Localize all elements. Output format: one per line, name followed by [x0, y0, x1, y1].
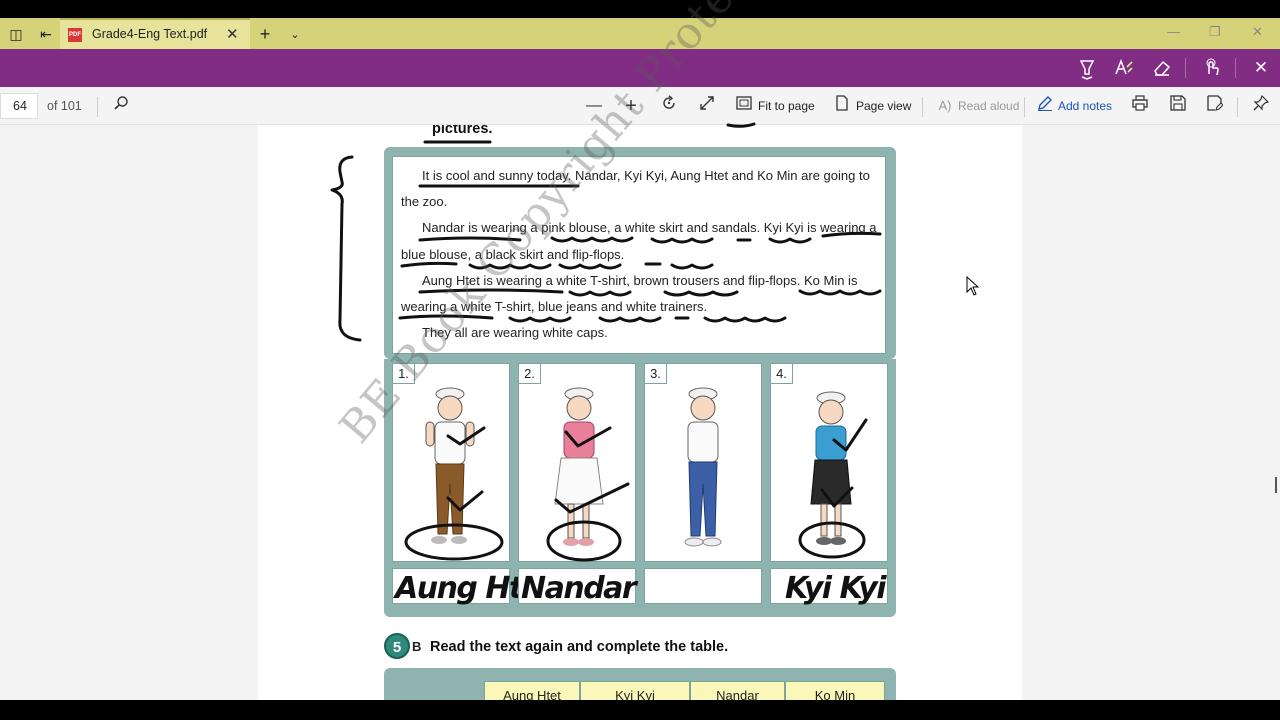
document-viewer[interactable]: pictures. It is cool and sunny today. Na…: [0, 125, 1280, 700]
name-answer-cell: [644, 568, 762, 604]
picture-panel: 3.: [644, 363, 762, 562]
set-aside-tabs-icon[interactable]: ⇤: [36, 24, 56, 44]
exercise-number: 5: [384, 633, 410, 659]
app-window: ◫ ⇤ PDF Grade4-Eng Text.pdf ✕ + ⌄ — ❐ ✕ …: [0, 0, 1280, 720]
exercise-letter: B: [412, 639, 422, 654]
girl-blue-blouse-image: [810, 391, 852, 545]
divider: [1024, 97, 1025, 117]
bottom-bar: [0, 700, 1280, 720]
table-header: Aung Htet: [484, 681, 580, 700]
tab-list-chevron-icon[interactable]: ⌄: [285, 24, 305, 44]
page-total: of 101: [47, 99, 82, 113]
search-icon[interactable]: [110, 95, 132, 117]
page-view-button[interactable]: Page view: [856, 99, 911, 113]
handwritten-name: Kyi Kyi: [785, 571, 887, 606]
tab-close-icon[interactable]: ✕: [226, 25, 239, 43]
fit-to-page-icon[interactable]: [733, 95, 755, 117]
passage-paragraph: It is cool and sunny today. Nandar, Kyi …: [401, 168, 870, 210]
read-aloud-icon[interactable]: A): [934, 95, 956, 117]
minimize-icon[interactable]: —: [1167, 24, 1180, 39]
panel-number: 2.: [519, 364, 541, 384]
girl-pink-blouse-image: [554, 387, 604, 546]
pdf-file-icon: PDF: [68, 28, 82, 42]
table-header: Ko Min: [785, 681, 885, 700]
boy-blue-jeans-image: [684, 387, 722, 547]
divider: [1235, 58, 1236, 78]
table-header: Nandar: [690, 681, 785, 700]
panel-number: 3.: [645, 364, 667, 384]
divider: [1185, 58, 1186, 78]
page-number-input[interactable]: 64: [0, 93, 38, 119]
picture-panel: 4.: [770, 363, 888, 562]
picture-panels: 1. 2. 3. 4. Aung Htet Nandar Kyi Kyi: [384, 359, 896, 617]
add-notes-button[interactable]: Add notes: [1058, 99, 1112, 113]
full-screen-icon[interactable]: [696, 95, 718, 117]
read-aloud-button[interactable]: Read aloud: [958, 99, 1019, 113]
name-answer-cell: Kyi Kyi: [770, 568, 888, 606]
handwritten-name: Nandar: [521, 571, 637, 606]
new-tab-icon[interactable]: +: [255, 24, 275, 44]
page-view-icon[interactable]: [831, 95, 853, 117]
print-icon[interactable]: [1129, 95, 1151, 117]
page-heading-fragment: pictures.: [432, 125, 493, 137]
text-pen-icon[interactable]: [1113, 58, 1135, 78]
divider: [922, 97, 923, 117]
highlighter-icon[interactable]: [1076, 58, 1098, 80]
pin-icon[interactable]: [1250, 94, 1272, 117]
add-notes-icon[interactable]: [1034, 95, 1056, 117]
mouse-cursor-icon: [966, 276, 980, 296]
tab-pdf-document[interactable]: PDF Grade4-Eng Text.pdf ✕: [60, 18, 250, 49]
panel-number: 4.: [771, 364, 793, 384]
picture-panel: 2.: [518, 363, 636, 562]
restore-icon[interactable]: ❐: [1209, 24, 1221, 40]
name-answer-cell: Nandar: [518, 568, 637, 606]
window-close-icon[interactable]: ✕: [1252, 24, 1263, 40]
eraser-icon[interactable]: [1151, 58, 1173, 78]
close-icon[interactable]: ✕: [1250, 58, 1272, 78]
table-header: Kyi Kyi: [580, 681, 690, 700]
tab-title: Grade4-Eng Text.pdf: [92, 27, 208, 41]
scrollbar[interactable]: [1275, 477, 1277, 493]
divider: [1237, 97, 1238, 117]
touch-write-icon[interactable]: [1201, 58, 1223, 78]
tab-bar: ◫ ⇤ PDF Grade4-Eng Text.pdf ✕ + ⌄ — ❐ ✕: [0, 18, 1280, 49]
fit-to-page-button[interactable]: Fit to page: [758, 99, 815, 113]
save-icon[interactable]: [1167, 95, 1189, 117]
answer-table: Aung Htet Kyi Kyi Nandar Ko Min: [384, 668, 896, 700]
exercise-instruction: Read the text again and complete the tab…: [430, 639, 729, 655]
divider: [97, 97, 98, 117]
name-answer-cell: Aung Htet: [392, 568, 555, 606]
save-as-icon[interactable]: [1204, 95, 1226, 117]
tab-actions-icon[interactable]: ◫: [6, 24, 26, 44]
